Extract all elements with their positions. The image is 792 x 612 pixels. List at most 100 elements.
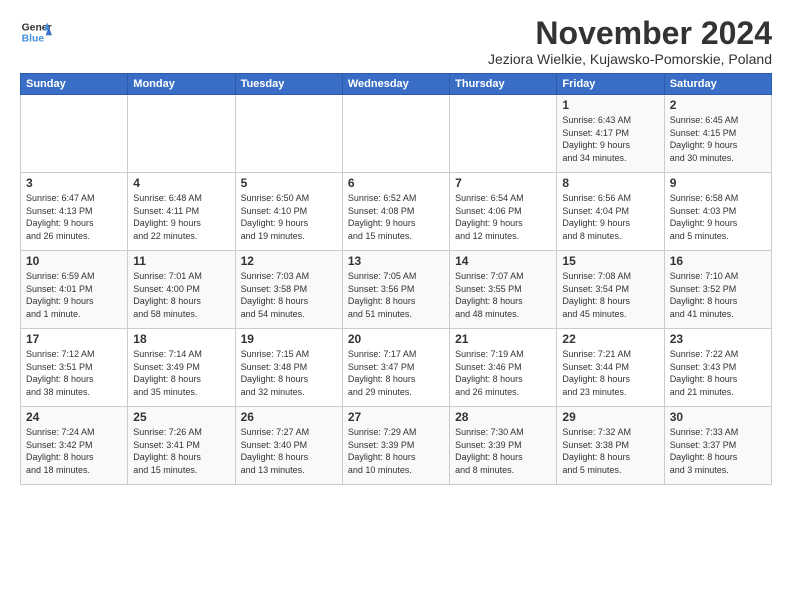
- day-cell: 7 Sunrise: 6:54 AM Sunset: 4:06 PM Daylig…: [450, 173, 557, 251]
- day-cell: 21 Sunrise: 7:19 AM Sunset: 3:46 PM Dayli…: [450, 329, 557, 407]
- day-info: Sunrise: 6:47 AM Sunset: 4:13 PM Dayligh…: [26, 192, 122, 242]
- day-cell: [128, 95, 235, 173]
- day-number: 18: [133, 332, 229, 346]
- header-row: Sunday Monday Tuesday Wednesday Thursday…: [21, 74, 772, 95]
- day-number: 30: [670, 410, 766, 424]
- day-cell: 25 Sunrise: 7:26 AM Sunset: 3:41 PM Dayli…: [128, 407, 235, 485]
- day-number: 11: [133, 254, 229, 268]
- day-info: Sunrise: 7:22 AM Sunset: 3:43 PM Dayligh…: [670, 348, 766, 398]
- day-info: Sunrise: 7:17 AM Sunset: 3:47 PM Dayligh…: [348, 348, 444, 398]
- day-cell: 6 Sunrise: 6:52 AM Sunset: 4:08 PM Daylig…: [342, 173, 449, 251]
- title-area: November 2024 Jeziora Wielkie, Kujawsko-…: [488, 16, 772, 67]
- day-number: 17: [26, 332, 122, 346]
- day-info: Sunrise: 7:29 AM Sunset: 3:39 PM Dayligh…: [348, 426, 444, 476]
- day-info: Sunrise: 6:59 AM Sunset: 4:01 PM Dayligh…: [26, 270, 122, 320]
- day-number: 25: [133, 410, 229, 424]
- header: General Blue November 2024 Jeziora Wielk…: [20, 16, 772, 67]
- day-cell: [21, 95, 128, 173]
- day-cell: 5 Sunrise: 6:50 AM Sunset: 4:10 PM Daylig…: [235, 173, 342, 251]
- day-number: 5: [241, 176, 337, 190]
- day-number: 19: [241, 332, 337, 346]
- day-info: Sunrise: 6:48 AM Sunset: 4:11 PM Dayligh…: [133, 192, 229, 242]
- calendar-table: Sunday Monday Tuesday Wednesday Thursday…: [20, 73, 772, 485]
- day-info: Sunrise: 6:58 AM Sunset: 4:03 PM Dayligh…: [670, 192, 766, 242]
- day-info: Sunrise: 6:52 AM Sunset: 4:08 PM Dayligh…: [348, 192, 444, 242]
- day-info: Sunrise: 7:21 AM Sunset: 3:44 PM Dayligh…: [562, 348, 658, 398]
- header-tuesday: Tuesday: [235, 74, 342, 95]
- day-info: Sunrise: 6:54 AM Sunset: 4:06 PM Dayligh…: [455, 192, 551, 242]
- day-cell: 24Sunrise: 7:24 AM Sunset: 3:42 PM Dayli…: [21, 407, 128, 485]
- day-number: 20: [348, 332, 444, 346]
- day-cell: 3 Sunrise: 6:47 AM Sunset: 4:13 PM Daylig…: [21, 173, 128, 251]
- day-info: Sunrise: 6:45 AM Sunset: 4:15 PM Dayligh…: [670, 114, 766, 164]
- day-info: Sunrise: 7:01 AM Sunset: 4:00 PM Dayligh…: [133, 270, 229, 320]
- day-info: Sunrise: 7:08 AM Sunset: 3:54 PM Dayligh…: [562, 270, 658, 320]
- day-info: Sunrise: 7:05 AM Sunset: 3:56 PM Dayligh…: [348, 270, 444, 320]
- day-number: 29: [562, 410, 658, 424]
- day-info: Sunrise: 7:07 AM Sunset: 3:55 PM Dayligh…: [455, 270, 551, 320]
- day-number: 26: [241, 410, 337, 424]
- week-row-5: 24Sunrise: 7:24 AM Sunset: 3:42 PM Dayli…: [21, 407, 772, 485]
- day-info: Sunrise: 6:56 AM Sunset: 4:04 PM Dayligh…: [562, 192, 658, 242]
- day-cell: [235, 95, 342, 173]
- day-info: Sunrise: 7:14 AM Sunset: 3:49 PM Dayligh…: [133, 348, 229, 398]
- day-cell: 14 Sunrise: 7:07 AM Sunset: 3:55 PM Dayli…: [450, 251, 557, 329]
- day-number: 3: [26, 176, 122, 190]
- day-number: 7: [455, 176, 551, 190]
- header-saturday: Saturday: [664, 74, 771, 95]
- week-row-1: 1Sunrise: 6:43 AM Sunset: 4:17 PM Daylig…: [21, 95, 772, 173]
- day-cell: 2 Sunrise: 6:45 AM Sunset: 4:15 PM Daylig…: [664, 95, 771, 173]
- day-number: 13: [348, 254, 444, 268]
- day-number: 23: [670, 332, 766, 346]
- header-thursday: Thursday: [450, 74, 557, 95]
- day-cell: 15 Sunrise: 7:08 AM Sunset: 3:54 PM Dayli…: [557, 251, 664, 329]
- month-title: November 2024: [488, 16, 772, 51]
- day-info: Sunrise: 6:50 AM Sunset: 4:10 PM Dayligh…: [241, 192, 337, 242]
- day-info: Sunrise: 7:15 AM Sunset: 3:48 PM Dayligh…: [241, 348, 337, 398]
- svg-text:Blue: Blue: [22, 34, 45, 45]
- logo-icon: General Blue: [20, 16, 52, 48]
- day-cell: 4 Sunrise: 6:48 AM Sunset: 4:11 PM Daylig…: [128, 173, 235, 251]
- day-cell: [342, 95, 449, 173]
- day-cell: 26 Sunrise: 7:27 AM Sunset: 3:40 PM Dayli…: [235, 407, 342, 485]
- day-number: 6: [348, 176, 444, 190]
- week-row-3: 10 Sunrise: 6:59 AM Sunset: 4:01 PM Dayli…: [21, 251, 772, 329]
- day-info: Sunrise: 7:26 AM Sunset: 3:41 PM Dayligh…: [133, 426, 229, 476]
- day-info: Sunrise: 7:27 AM Sunset: 3:40 PM Dayligh…: [241, 426, 337, 476]
- day-number: 8: [562, 176, 658, 190]
- day-cell: 10 Sunrise: 6:59 AM Sunset: 4:01 PM Dayli…: [21, 251, 128, 329]
- day-cell: 20 Sunrise: 7:17 AM Sunset: 3:47 PM Dayli…: [342, 329, 449, 407]
- day-number: 15: [562, 254, 658, 268]
- day-info: Sunrise: 7:19 AM Sunset: 3:46 PM Dayligh…: [455, 348, 551, 398]
- day-cell: 27 Sunrise: 7:29 AM Sunset: 3:39 PM Dayli…: [342, 407, 449, 485]
- day-cell: 9Sunrise: 6:58 AM Sunset: 4:03 PM Daylig…: [664, 173, 771, 251]
- day-cell: 16Sunrise: 7:10 AM Sunset: 3:52 PM Dayli…: [664, 251, 771, 329]
- day-number: 2: [670, 98, 766, 112]
- day-cell: 1Sunrise: 6:43 AM Sunset: 4:17 PM Daylig…: [557, 95, 664, 173]
- day-number: 24: [26, 410, 122, 424]
- day-cell: 17Sunrise: 7:12 AM Sunset: 3:51 PM Dayli…: [21, 329, 128, 407]
- day-cell: 13 Sunrise: 7:05 AM Sunset: 3:56 PM Dayli…: [342, 251, 449, 329]
- day-number: 27: [348, 410, 444, 424]
- day-number: 14: [455, 254, 551, 268]
- header-sunday: Sunday: [21, 74, 128, 95]
- week-row-4: 17Sunrise: 7:12 AM Sunset: 3:51 PM Dayli…: [21, 329, 772, 407]
- week-row-2: 3 Sunrise: 6:47 AM Sunset: 4:13 PM Daylig…: [21, 173, 772, 251]
- header-monday: Monday: [128, 74, 235, 95]
- day-info: Sunrise: 7:10 AM Sunset: 3:52 PM Dayligh…: [670, 270, 766, 320]
- day-number: 10: [26, 254, 122, 268]
- day-cell: 22Sunrise: 7:21 AM Sunset: 3:44 PM Dayli…: [557, 329, 664, 407]
- day-info: Sunrise: 6:43 AM Sunset: 4:17 PM Dayligh…: [562, 114, 658, 164]
- day-number: 4: [133, 176, 229, 190]
- day-cell: 28Sunrise: 7:30 AM Sunset: 3:39 PM Dayli…: [450, 407, 557, 485]
- header-friday: Friday: [557, 74, 664, 95]
- day-cell: 19 Sunrise: 7:15 AM Sunset: 3:48 PM Dayli…: [235, 329, 342, 407]
- location-title: Jeziora Wielkie, Kujawsko-Pomorskie, Pol…: [488, 51, 772, 67]
- day-info: Sunrise: 7:30 AM Sunset: 3:39 PM Dayligh…: [455, 426, 551, 476]
- day-cell: 12Sunrise: 7:03 AM Sunset: 3:58 PM Dayli…: [235, 251, 342, 329]
- day-cell: [450, 95, 557, 173]
- day-cell: 23 Sunrise: 7:22 AM Sunset: 3:43 PM Dayli…: [664, 329, 771, 407]
- day-cell: 30Sunrise: 7:33 AM Sunset: 3:37 PM Dayli…: [664, 407, 771, 485]
- logo: General Blue: [20, 16, 52, 48]
- day-number: 21: [455, 332, 551, 346]
